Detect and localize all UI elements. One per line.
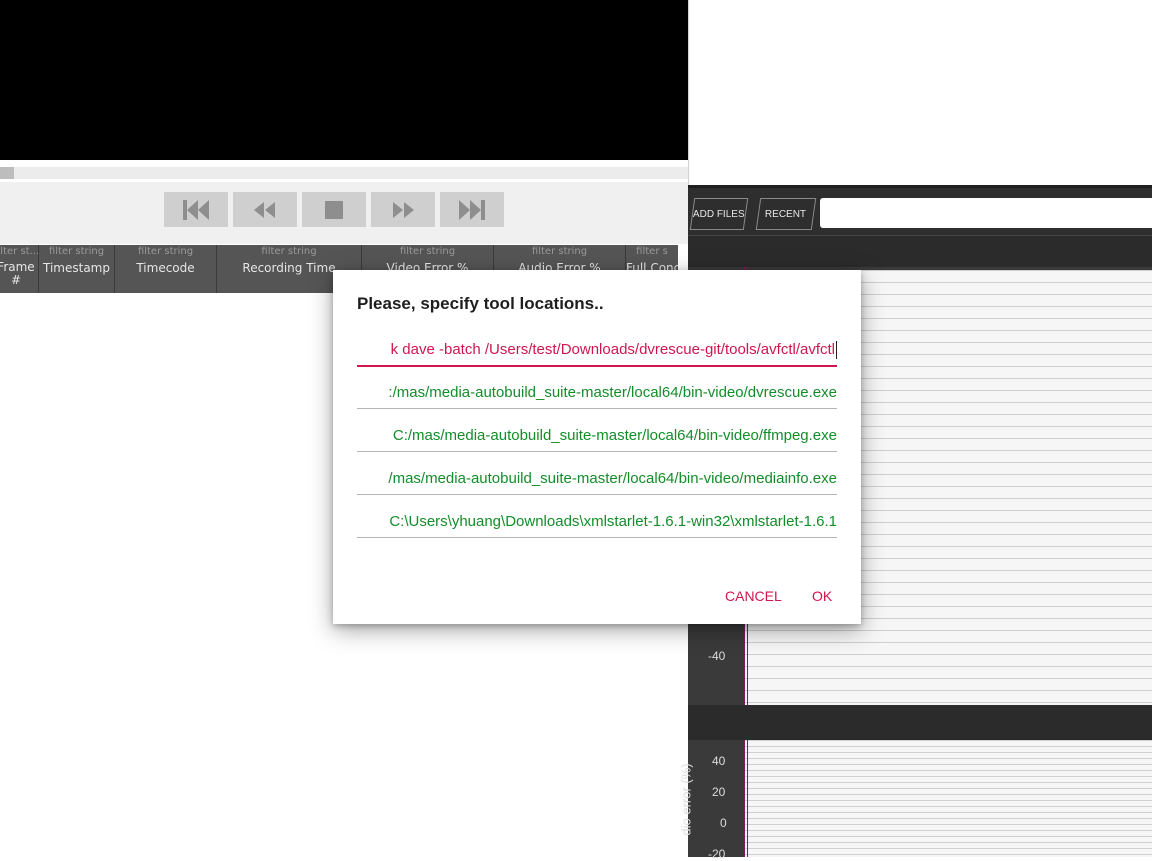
text-caret — [836, 341, 837, 360]
playhead-line — [747, 740, 748, 857]
dialog-title: Please, specify tool locations.. — [357, 294, 604, 313]
column-filter[interactable]: filter string — [39, 245, 114, 259]
seek-handle[interactable] — [0, 167, 14, 179]
skip-to-end-button[interactable] — [440, 192, 504, 227]
avfctl-path-field[interactable]: k dave -batch /Users/test/Downloads/dvre… — [357, 337, 837, 367]
column-frame[interactable]: filter st... Frame # — [0, 245, 39, 293]
video-preview — [0, 0, 688, 160]
ok-button[interactable]: OK — [812, 588, 832, 604]
xmlstarlet-path-field[interactable]: C:\Users\yhuang\Downloads\xmlstarlet-1.6… — [357, 509, 837, 538]
tool-locations-dialog: Please, specify tool locations.. k dave … — [333, 270, 861, 624]
ffmpeg-path-field[interactable]: C:/mas/media-autobuild_suite-master/loca… — [357, 423, 837, 452]
column-filter[interactable]: filter string — [217, 245, 361, 259]
column-title: Timecode — [136, 261, 195, 275]
column-title: Timestamp — [43, 261, 110, 275]
cancel-button[interactable]: CANCEL — [725, 588, 782, 604]
y-tick-label: 20 — [712, 785, 726, 799]
playhead-line — [744, 740, 745, 857]
rewind-button[interactable] — [233, 192, 297, 227]
add-files-label: ADD FILES — [693, 208, 745, 220]
column-filter[interactable]: filter string — [494, 245, 625, 259]
seek-track[interactable] — [0, 167, 688, 179]
mediainfo-path-value: /mas/media-autobuild_suite-master/local6… — [388, 470, 837, 487]
column-timestamp[interactable]: filter string Timestamp — [39, 245, 115, 293]
right-blank-area — [688, 0, 1152, 185]
skip-start-icon — [183, 199, 209, 220]
seek-bar[interactable] — [0, 160, 688, 182]
graph-header-strip — [688, 235, 1152, 268]
recent-label: RECENT — [765, 208, 807, 220]
player-controls — [0, 182, 688, 244]
column-timecode[interactable]: filter string Timecode — [115, 245, 217, 293]
y-tick-label: -20 — [708, 847, 726, 861]
y-axis-label: dio error (%) — [678, 763, 694, 836]
dvrescue-path-field[interactable]: :/mas/media-autobuild_suite-master/local… — [357, 380, 837, 409]
column-title: Frame # — [0, 260, 35, 287]
skip-end-icon — [459, 199, 485, 220]
y-tick-label: -40 — [708, 649, 726, 663]
rewind-icon — [254, 201, 275, 218]
recent-button[interactable]: RECENT — [755, 198, 817, 230]
mediainfo-path-field[interactable]: /mas/media-autobuild_suite-master/local6… — [357, 466, 837, 495]
fast-forward-button[interactable] — [371, 192, 435, 227]
graph-separator — [688, 705, 1152, 740]
audio-error-plot-area[interactable] — [744, 740, 1152, 857]
skip-to-start-button[interactable] — [164, 192, 228, 227]
column-filter[interactable]: filter st... — [0, 245, 38, 259]
column-filter[interactable]: filter string — [115, 245, 216, 259]
add-files-button[interactable]: ADD FILES — [689, 198, 749, 230]
audio-error-graph[interactable]: dio error (%) 40 20 0 -20 — [679, 740, 1152, 861]
column-filter[interactable]: filter s — [626, 245, 678, 259]
stop-button[interactable] — [302, 192, 366, 227]
file-toolbar: ADD FILES RECENT — [688, 185, 1152, 238]
fast-forward-icon — [393, 201, 414, 218]
avfctl-path-value: k dave -batch /Users/test/Downloads/dvre… — [390, 341, 835, 358]
y-tick-label: 40 — [712, 754, 726, 768]
xmlstarlet-path-value: C:\Users\yhuang\Downloads\xmlstarlet-1.6… — [389, 513, 837, 530]
y-tick-label: 0 — [720, 816, 727, 830]
ffmpeg-path-value: C:/mas/media-autobuild_suite-master/loca… — [392, 427, 837, 444]
stop-icon — [325, 200, 343, 219]
dvrescue-path-value: :/mas/media-autobuild_suite-master/local… — [388, 384, 837, 401]
column-filter[interactable]: filter string — [362, 245, 493, 259]
file-search-input[interactable] — [820, 198, 1152, 228]
